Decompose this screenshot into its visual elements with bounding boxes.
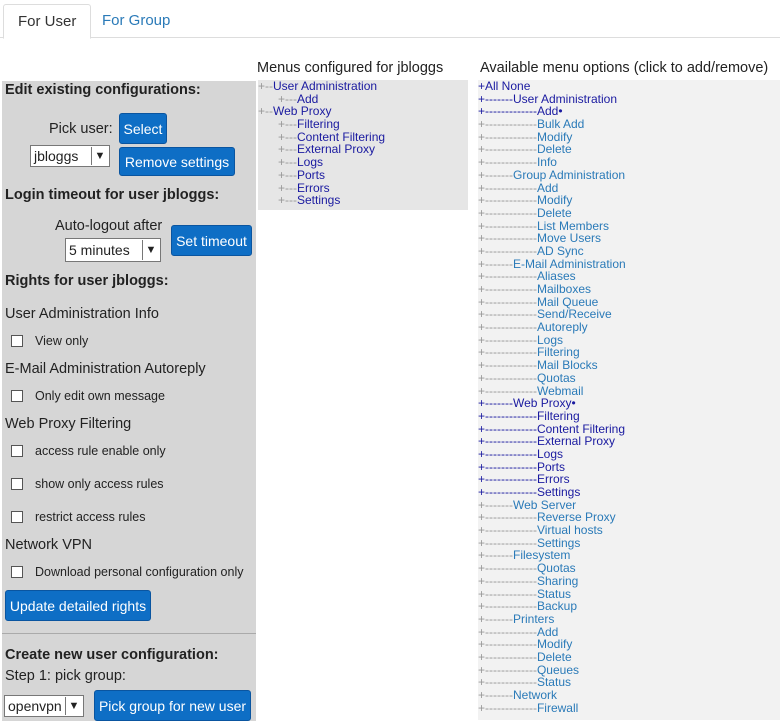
view-only-checkbox[interactable] (11, 335, 23, 347)
user-settings-panel: Edit existing configurations: Pick user:… (2, 81, 256, 721)
timeout-select[interactable]: 5 minutes ▼ (65, 238, 161, 262)
section-title: User Administration Info (5, 306, 159, 322)
restrict-access-rules-checkbox[interactable] (11, 511, 23, 523)
remove-settings-button[interactable]: Remove settings (119, 147, 235, 176)
create-new-header: Create new user configuration: (5, 647, 219, 663)
chevron-down-icon: ▼ (91, 147, 108, 165)
tab-for-group[interactable]: For Group (88, 4, 184, 37)
checkbox-label: Only edit own message (35, 389, 165, 403)
update-rights-button[interactable]: Update detailed rights (5, 590, 151, 621)
user-select[interactable]: jbloggs ▼ (30, 145, 110, 167)
configured-menu-tree: +--User Administration +---Add +--Web Pro… (258, 80, 468, 210)
checkbox-label: restrict access rules (35, 510, 146, 524)
tree-connector: +------------- (478, 700, 537, 715)
user-select-value: jbloggs (34, 148, 79, 164)
group-select-value: openvpn (8, 698, 62, 714)
tree-row: +-------------Firewall (478, 700, 780, 715)
select-button[interactable]: Select (119, 113, 167, 144)
configured-menu-item[interactable]: Settings (297, 193, 340, 207)
menu-option-link[interactable]: Firewall (537, 701, 578, 715)
divider (2, 633, 256, 634)
auto-logout-label: Auto-logout after (55, 218, 163, 234)
tab-for-user[interactable]: For User (3, 4, 92, 39)
tree-connector: +--- (258, 193, 297, 208)
access-rule-enable-checkbox[interactable] (11, 445, 23, 457)
pick-user-label: Pick user: (49, 121, 113, 137)
section-title: E-Mail Administration Autoreply (5, 361, 206, 377)
checkbox-label: show only access rules (35, 477, 164, 491)
configured-menus-header: Menus configured for jbloggs (257, 60, 444, 76)
timeout-select-value: 5 minutes (69, 242, 130, 258)
only-edit-own-message-checkbox[interactable] (11, 390, 23, 402)
show-only-access-rules-checkbox[interactable] (11, 478, 23, 490)
checkbox-label: access rule enable only (35, 444, 166, 458)
tree-row: +---Settings (258, 194, 468, 207)
available-menu-tree: +All None +-------User Administration +---… (478, 80, 780, 720)
checkbox-label: View only (35, 334, 89, 348)
step1-label: Step 1: pick group: (5, 668, 126, 684)
set-timeout-button[interactable]: Set timeout (171, 225, 252, 256)
login-timeout-header: Login timeout for user jbloggs: (5, 187, 220, 203)
chevron-down-icon: ▼ (65, 697, 82, 715)
section-title: Web Proxy Filtering (5, 416, 132, 432)
chevron-down-icon: ▼ (142, 240, 159, 260)
rights-header: Rights for user jbloggs: (5, 273, 169, 289)
edit-existing-header: Edit existing configurations: (5, 82, 201, 98)
group-select[interactable]: openvpn ▼ (4, 695, 84, 717)
download-config-checkbox[interactable] (11, 566, 23, 578)
available-menus-header: Available menu options (click to add/rem… (480, 60, 769, 76)
checkbox-label: Download personal configuration only (35, 565, 244, 579)
pick-group-button[interactable]: Pick group for new user (94, 690, 251, 721)
tab-bar: For User For Group (0, 0, 780, 39)
section-title: Network VPN (5, 537, 93, 553)
